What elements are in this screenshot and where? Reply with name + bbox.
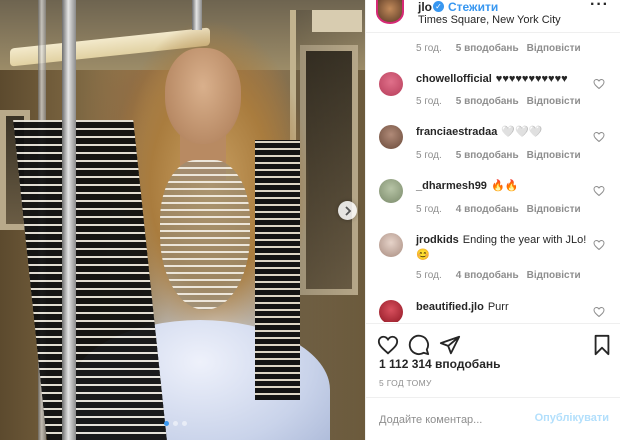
like-heart-icon[interactable] (377, 334, 399, 356)
like-comment-heart-icon[interactable] (593, 78, 605, 90)
more-horizontal-icon[interactable]: ··· (590, 0, 609, 13)
comment-likes[interactable]: 5 вподобань (456, 43, 519, 54)
commenter-avatar[interactable] (379, 179, 403, 203)
commenter-avatar[interactable] (379, 300, 403, 322)
comment-input[interactable] (379, 412, 539, 428)
post-photo[interactable] (0, 0, 365, 440)
save-bookmark-icon[interactable] (591, 334, 613, 356)
follow-button[interactable]: Стежити (448, 0, 498, 14)
comment-body: chowellofficial ♥♥♥♥♥♥♥♥♥♥♥ (416, 72, 591, 87)
reply-button[interactable]: Відповісти (527, 270, 581, 281)
comment-meta: 5 год. 4 вподобань Відповісти (416, 270, 581, 281)
comment-body: jrodkids Ending the year with JLo! 😊 (416, 233, 591, 263)
comment-likes[interactable]: 4 вподобань (456, 270, 519, 281)
photo-face (165, 48, 241, 144)
photo-necklaces (160, 160, 250, 310)
share-paper-plane-icon[interactable] (439, 334, 461, 356)
commenter-username[interactable]: beautified.jlo (416, 301, 484, 313)
comment-time: 5 год. (416, 270, 442, 281)
commenter-avatar[interactable] (379, 72, 403, 96)
instagram-post-view: jlo ✓ Стежити Times Square, New York Cit… (0, 0, 620, 440)
photo-jacket-right (255, 140, 300, 400)
photo-pole-top (192, 0, 202, 30)
carousel-dot (182, 421, 187, 426)
post-likes-count[interactable]: 1 112 314 вподобань (379, 357, 501, 371)
comment-bubble-icon[interactable] (408, 334, 430, 356)
add-comment-section: Опублікувати (366, 397, 620, 440)
commenter-username[interactable]: franciaestradaa (416, 126, 497, 138)
commenter-username[interactable]: jrodkids (416, 234, 459, 246)
comment-time: 5 год. (416, 150, 442, 161)
comment-meta: 5 год. 4 вподобань Відповісти (416, 204, 581, 215)
carousel-dots (164, 421, 187, 426)
comment-text: Purr (487, 301, 509, 313)
photo-pole-front (62, 0, 76, 440)
reply-button[interactable]: Відповісти (527, 150, 581, 161)
carousel-next-button[interactable] (338, 201, 357, 220)
like-comment-heart-icon[interactable] (593, 306, 605, 318)
comment-time: 5 год. (416, 204, 442, 215)
reply-button[interactable]: Відповісти (527, 96, 581, 107)
comment-time: 5 год. (416, 96, 442, 107)
commenter-avatar[interactable] (379, 233, 403, 257)
comment-body: franciaestradaa 🤍🤍🤍 (416, 125, 591, 140)
carousel-dot (173, 421, 178, 426)
comment-meta: 5 год. 5 вподобань Відповісти (416, 43, 581, 54)
comment-body: beautified.jlo Purr (416, 300, 591, 315)
comment-meta: 5 год. 5 вподобань Відповісти (416, 150, 581, 161)
like-comment-heart-icon[interactable] (593, 239, 605, 251)
comment-text: 🔥🔥 (490, 180, 519, 192)
reply-button[interactable]: Відповісти (527, 43, 581, 54)
comment-likes[interactable]: 5 вподобань (456, 96, 519, 107)
verified-badge-icon: ✓ (433, 1, 444, 12)
like-comment-heart-icon[interactable] (593, 185, 605, 197)
author-avatar[interactable] (376, 0, 404, 24)
post-location[interactable]: Times Square, New York City (418, 14, 561, 26)
comment-body: _dharmesh99 🔥🔥 (416, 179, 591, 194)
comment-text: ♥♥♥♥♥♥♥♥♥♥♥ (495, 73, 568, 85)
like-comment-heart-icon[interactable] (593, 131, 605, 143)
comment-time: 5 год. (416, 43, 442, 54)
post-comment-button[interactable]: Опублікувати (535, 412, 609, 424)
reply-button[interactable]: Відповісти (527, 204, 581, 215)
carousel-dot-active (164, 421, 169, 426)
photo-subway-sign (312, 10, 362, 32)
chevron-right-icon (344, 205, 351, 216)
post-header: jlo ✓ Стежити Times Square, New York Cit… (366, 0, 620, 33)
comment-meta: 5 год. 5 вподобань Відповісти (416, 96, 581, 107)
comment-likes[interactable]: 4 вподобань (456, 204, 519, 215)
comment-text: 🤍🤍🤍 (501, 126, 543, 138)
commenter-username[interactable]: _dharmesh99 (416, 180, 487, 192)
comments-list[interactable]: 5 год. 5 вподобань Відповісти chowelloffic… (366, 34, 620, 322)
comment-likes[interactable]: 5 вподобань (456, 150, 519, 161)
post-side-panel: jlo ✓ Стежити Times Square, New York Cit… (365, 0, 620, 440)
author-username[interactable]: jlo (418, 0, 432, 14)
commenter-username[interactable]: chowellofficial (416, 73, 492, 85)
commenter-avatar[interactable] (379, 125, 403, 149)
post-timestamp[interactable]: 5 ГОД ТОМУ (379, 378, 432, 388)
